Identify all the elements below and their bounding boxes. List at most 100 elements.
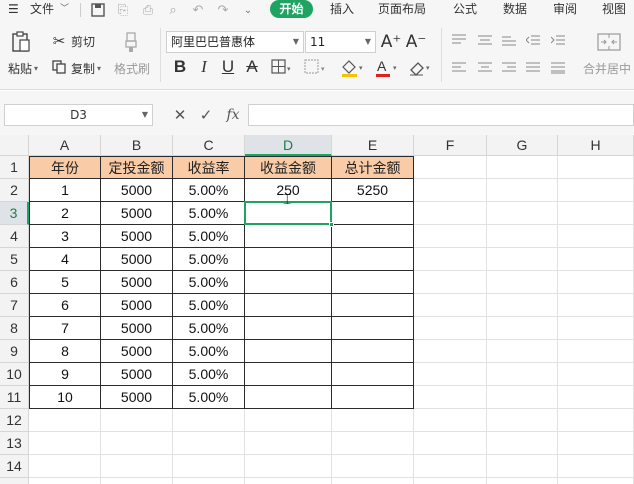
table-cell[interactable]: [332, 271, 414, 294]
table-cell[interactable]: 3: [29, 225, 101, 248]
save-icon[interactable]: [90, 2, 106, 18]
undo-icon[interactable]: ↶: [190, 2, 206, 18]
column-header-g[interactable]: G: [487, 135, 558, 156]
strikethrough-button[interactable]: A: [242, 57, 262, 77]
row-header-6[interactable]: 6: [0, 271, 29, 294]
table-cell[interactable]: [245, 294, 332, 317]
column-header-c[interactable]: C: [173, 135, 245, 156]
table-cell[interactable]: 5.00%: [173, 248, 245, 271]
table-cell[interactable]: 5.00%: [173, 294, 245, 317]
column-header-e[interactable]: E: [332, 135, 414, 156]
font-name-select[interactable]: 阿里巴巴普惠体 ▼: [166, 31, 304, 53]
table-cell[interactable]: 5.00%: [173, 317, 245, 340]
tab-insert[interactable]: 插入: [330, 1, 354, 18]
row-header-15[interactable]: 15: [0, 478, 29, 484]
column-header-a[interactable]: A: [29, 135, 101, 156]
tab-review[interactable]: 审阅: [553, 1, 577, 18]
table-cell[interactable]: [332, 340, 414, 363]
align-left-icon[interactable]: [450, 60, 468, 76]
table-cell[interactable]: 8: [29, 340, 101, 363]
confirm-icon[interactable]: ✓: [198, 106, 214, 124]
increase-indent-icon[interactable]: [549, 32, 567, 48]
cancel-icon[interactable]: ✕: [172, 106, 188, 124]
table-cell[interactable]: 5000: [101, 248, 173, 271]
table-cell[interactable]: [332, 386, 414, 409]
font-size-select[interactable]: 11 ▼: [305, 31, 376, 53]
table-cell[interactable]: 6: [29, 294, 101, 317]
bold-button[interactable]: B: [170, 57, 190, 77]
fill-color-icon[interactable]: ▾: [339, 57, 367, 79]
column-header-h[interactable]: H: [558, 135, 634, 156]
table-cell[interactable]: 9: [29, 363, 101, 386]
table-cell[interactable]: [332, 248, 414, 271]
table-header-cell[interactable]: 年份: [29, 156, 101, 179]
table-cell[interactable]: 5.00%: [173, 202, 245, 225]
italic-button[interactable]: I: [194, 57, 214, 77]
align-right-icon[interactable]: [500, 60, 518, 76]
scissors-icon[interactable]: ✂: [50, 32, 68, 50]
copy-icon[interactable]: [50, 59, 68, 75]
format-painter-icon[interactable]: [121, 30, 141, 54]
tab-view[interactable]: 视图: [602, 1, 626, 18]
table-cell[interactable]: 5000: [101, 294, 173, 317]
row-header-4[interactable]: 4: [0, 225, 29, 248]
table-cell[interactable]: [245, 386, 332, 409]
column-header-f[interactable]: F: [414, 135, 487, 156]
row-header-7[interactable]: 7: [0, 294, 29, 317]
table-cell[interactable]: 5.00%: [173, 225, 245, 248]
row-header-3[interactable]: 3: [0, 202, 29, 225]
chevron-down-icon[interactable]: ﹀: [60, 1, 69, 18]
table-cell[interactable]: [332, 202, 414, 225]
merge-center-icon[interactable]: [596, 31, 622, 53]
paste-button[interactable]: 粘贴: [8, 61, 32, 77]
clear-format-icon[interactable]: ▾: [406, 57, 434, 79]
customize-chevron-icon[interactable]: ⌄: [240, 2, 256, 18]
table-cell[interactable]: 5.00%: [173, 271, 245, 294]
table-cell[interactable]: 5: [29, 271, 101, 294]
print-icon[interactable]: ⎙: [140, 2, 156, 18]
table-cell[interactable]: [332, 294, 414, 317]
align-bottom-icon[interactable]: [500, 32, 518, 48]
table-cell[interactable]: 5.00%: [173, 340, 245, 363]
print-preview-icon[interactable]: ⌕: [165, 2, 181, 18]
decrease-font-button[interactable]: A⁻: [406, 32, 427, 52]
table-cell[interactable]: 5000: [101, 317, 173, 340]
column-header-d[interactable]: D: [245, 135, 332, 156]
row-header-8[interactable]: 8: [0, 317, 29, 340]
table-header-cell[interactable]: 总计金额: [332, 156, 414, 179]
table-cell[interactable]: [245, 317, 332, 340]
table-cell[interactable]: 5.00%: [173, 179, 245, 202]
table-cell[interactable]: 1: [29, 179, 101, 202]
tab-data[interactable]: 数据: [503, 1, 527, 18]
increase-font-button[interactable]: A⁺: [381, 32, 402, 52]
table-cell[interactable]: [245, 248, 332, 271]
borders-icon[interactable]: ▾: [270, 58, 294, 76]
table-cell[interactable]: 5000: [101, 179, 173, 202]
table-cell[interactable]: 7: [29, 317, 101, 340]
justify-icon[interactable]: [524, 60, 542, 76]
table-cell[interactable]: 4: [29, 248, 101, 271]
table-cell[interactable]: 5000: [101, 271, 173, 294]
table-cell[interactable]: 5000: [101, 340, 173, 363]
column-header-b[interactable]: B: [101, 135, 173, 156]
table-cell[interactable]: 10: [29, 386, 101, 409]
font-color-icon[interactable]: A ▾: [373, 57, 401, 79]
paste-icon[interactable]: [10, 30, 32, 54]
table-cell[interactable]: 5.00%: [173, 363, 245, 386]
row-header-13[interactable]: 13: [0, 432, 29, 455]
table-cell[interactable]: [245, 340, 332, 363]
table-cell[interactable]: [332, 317, 414, 340]
tab-page-layout[interactable]: 页面布局: [378, 1, 426, 18]
underline-button[interactable]: U: [218, 57, 238, 77]
fill-handle[interactable]: [329, 222, 334, 227]
tab-formulas[interactable]: 公式: [453, 1, 477, 18]
table-cell[interactable]: [245, 363, 332, 386]
hamburger-icon[interactable]: ☰: [8, 1, 19, 18]
table-cell[interactable]: [332, 225, 414, 248]
decrease-indent-icon[interactable]: [524, 32, 542, 48]
table-header-cell[interactable]: 定投金额: [101, 156, 173, 179]
table-header-cell[interactable]: 收益率: [173, 156, 245, 179]
cell-style-icon[interactable]: ▾: [303, 58, 329, 76]
row-header-12[interactable]: 12: [0, 409, 29, 432]
table-cell[interactable]: 5.00%: [173, 386, 245, 409]
